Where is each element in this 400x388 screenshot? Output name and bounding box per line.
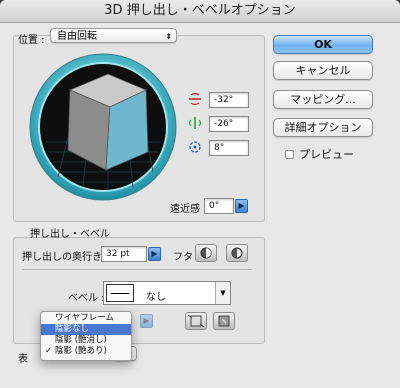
perspective-arrow-button[interactable]: ▶: [235, 199, 248, 213]
menu-item-label: 陰影なし: [55, 324, 90, 334]
checkmark-icon: ✓: [45, 346, 53, 356]
rotation-trackball[interactable]: [28, 52, 178, 202]
extrude-divider: [22, 269, 252, 270]
bevel-value: なし: [146, 292, 166, 303]
rotate-z-icon: [189, 141, 201, 153]
surface-label: 表: [18, 354, 28, 365]
bevel-extent-out-button[interactable]: [185, 312, 207, 330]
ok-button[interactable]: OK: [273, 35, 373, 54]
menu-item-plastic-shading[interactable]: ✓ 陰影 (艶あり): [41, 346, 131, 357]
preview-label[interactable]: プレビュー: [299, 146, 354, 162]
position-select-value: 自由回転: [57, 31, 97, 42]
bevel-extent-in-button[interactable]: [213, 312, 235, 330]
rotate-x-field[interactable]: -32°: [209, 92, 249, 108]
cap-on-icon: [200, 247, 212, 259]
bevel-out-icon: [187, 314, 205, 328]
perspective-field[interactable]: 0°: [204, 198, 234, 214]
position-label: 位置 :: [18, 35, 45, 46]
extrude-depth-field[interactable]: 32 pt: [101, 246, 147, 262]
dialog-title: 3D 押し出し・ベベルオプション: [0, 0, 400, 23]
bevel-label: ベベル :: [68, 293, 105, 304]
menu-item-diffuse-shading[interactable]: 陰影 (艶消し): [41, 335, 131, 346]
menu-item-no-shading[interactable]: 陰影なし: [41, 324, 131, 335]
menu-item-label: 陰影 (艶あり): [55, 346, 107, 356]
rotate-z-field[interactable]: 8°: [209, 140, 249, 156]
cap-off-icon: [231, 247, 243, 259]
menu-item-label: 陰影 (艶消し): [55, 335, 107, 345]
bevel-in-icon: [218, 315, 230, 327]
menu-item-wireframe[interactable]: ワイヤフレーム: [41, 313, 131, 324]
surface-menu: ワイヤフレーム 陰影なし 陰影 (艶消し) ✓ 陰影 (艶あり): [40, 311, 132, 361]
bevel-height-arrow-button[interactable]: ▶: [140, 314, 153, 328]
rotate-y-field[interactable]: -26°: [209, 116, 249, 132]
perspective-label: 遠近感 :: [170, 204, 207, 215]
bevel-preview-swatch: [106, 284, 134, 302]
menu-item-label: ワイヤフレーム: [55, 313, 114, 323]
extrude-depth-label: 押し出しの奥行き :: [22, 252, 109, 263]
chevron-updown-icon: ⬍: [165, 32, 172, 41]
cap-off-button[interactable]: [226, 244, 248, 262]
bevel-select[interactable]: なし ▼: [103, 281, 231, 305]
bevel-dropdown-arrow-icon: ▼: [215, 282, 230, 304]
cancel-button[interactable]: キャンセル: [273, 61, 373, 80]
preview-checkbox[interactable]: [285, 150, 294, 159]
extrude-section-label: 押し出し・ベベル: [30, 229, 110, 240]
rotate-y-icon: [188, 117, 202, 129]
mapping-button[interactable]: マッピング...: [273, 90, 373, 109]
cap-on-button[interactable]: [195, 244, 217, 262]
more-options-button[interactable]: 詳細オプション: [273, 118, 373, 137]
extrude-depth-arrow-button[interactable]: ▶: [148, 247, 161, 261]
dialog-window: 3D 押し出し・ベベルオプション 位置 : 自由回転 ⬍ -32° -26° 8…: [0, 0, 400, 388]
position-select[interactable]: 自由回転 ⬍: [50, 28, 177, 43]
rotate-x-icon: [189, 92, 201, 106]
